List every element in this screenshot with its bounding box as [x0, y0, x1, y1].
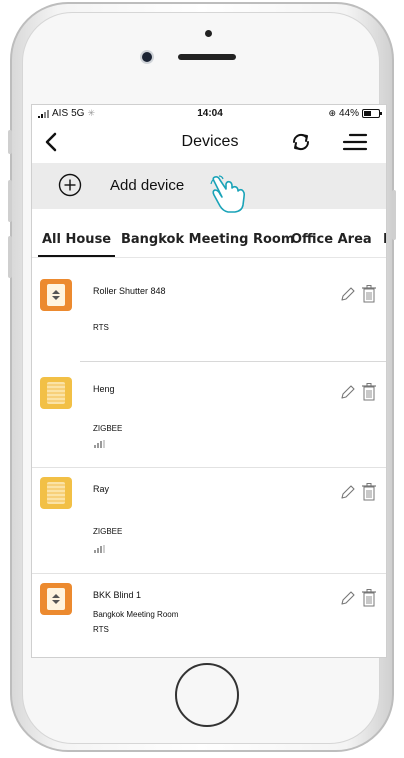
plus-circle-icon: [58, 173, 82, 197]
proximity-sensor: [205, 30, 212, 37]
room-tabs: All House Bangkok Meeting Room Office Ar…: [32, 223, 386, 258]
device-protocol: RTS: [93, 625, 109, 634]
roller-shutter-icon: [40, 583, 72, 615]
device-name: Heng: [93, 384, 115, 394]
trash-icon[interactable]: [362, 285, 376, 303]
device-row[interactable]: Roller Shutter 848 RTS: [32, 271, 386, 361]
roller-shutter-icon: [40, 279, 72, 311]
divider: [80, 361, 386, 362]
refresh-icon[interactable]: [290, 131, 312, 153]
tab-all-house[interactable]: All House: [37, 232, 116, 257]
signal-strength-icon: [94, 440, 110, 448]
orientation-lock-icon: ⊕: [328, 108, 336, 118]
tab-office-area[interactable]: Office Area: [291, 232, 372, 247]
tab-bangkok-meeting-room[interactable]: Bangkok Meeting Room: [121, 232, 294, 247]
device-row[interactable]: BKK Blind 1 Bangkok Meeting Room RTS: [32, 575, 386, 657]
power-button: [392, 190, 396, 240]
device-protocol: ZIGBEE: [93, 424, 123, 433]
edit-pencil-icon[interactable]: [340, 286, 356, 302]
nav-bar: Devices: [32, 123, 386, 161]
edit-pencil-icon[interactable]: [340, 484, 356, 500]
mute-switch: [8, 130, 12, 154]
battery-percent: 44%: [338, 108, 359, 119]
device-name: BKK Blind 1: [93, 590, 142, 600]
hand-pointer-icon: [210, 175, 246, 213]
battery-icon: [362, 109, 382, 118]
device-name: Ray: [93, 484, 110, 494]
blind-icon: [40, 377, 72, 409]
trash-icon[interactable]: [362, 483, 376, 501]
status-bar: AIS 5G ✳ 14:04 ⊕ 44%: [32, 105, 386, 123]
front-camera: [142, 52, 152, 62]
blind-icon: [40, 477, 72, 509]
signal-strength-icon: [94, 545, 110, 553]
home-button[interactable]: [175, 663, 239, 727]
edit-pencil-icon[interactable]: [340, 384, 356, 400]
device-name: Roller Shutter 848: [93, 286, 166, 296]
earpiece-speaker: [178, 54, 236, 60]
app-screen: AIS 5G ✳ 14:04 ⊕ 44% Devices Add device …: [31, 104, 387, 658]
device-protocol: ZIGBEE: [93, 527, 123, 536]
trash-icon[interactable]: [362, 383, 376, 401]
volume-up-button: [8, 180, 12, 222]
device-room: Bangkok Meeting Room: [93, 610, 179, 619]
device-row[interactable]: Ray ZIGBEE: [32, 469, 386, 574]
add-device-button[interactable]: Add device: [32, 163, 386, 213]
tab-more[interactable]: K: [383, 232, 386, 247]
menu-icon[interactable]: [342, 131, 368, 153]
device-protocol: RTS: [93, 323, 109, 332]
page-title: Devices: [181, 133, 239, 150]
add-device-label: Add device: [110, 177, 185, 194]
trash-icon[interactable]: [362, 589, 376, 607]
device-row[interactable]: Heng ZIGBEE: [32, 369, 386, 468]
edit-pencil-icon[interactable]: [340, 590, 356, 606]
volume-down-button: [8, 236, 12, 278]
